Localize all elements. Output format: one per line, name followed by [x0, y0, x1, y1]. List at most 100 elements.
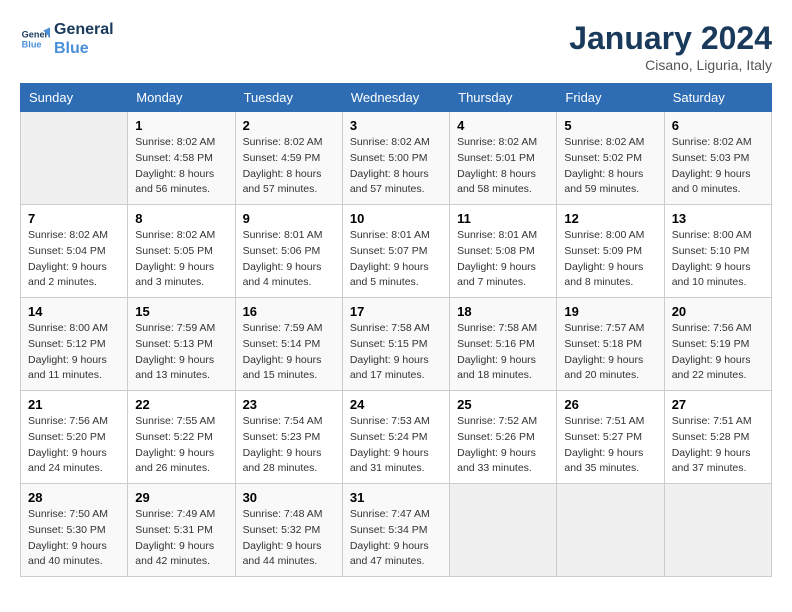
- day-info-line: and 22 minutes.: [672, 369, 747, 381]
- day-number: 24: [350, 397, 442, 412]
- calendar-day-13: 13Sunrise: 8:00 AMSunset: 5:10 PMDayligh…: [664, 205, 771, 298]
- calendar-week-row: 1Sunrise: 8:02 AMSunset: 4:58 PMDaylight…: [21, 112, 772, 205]
- day-number: 2: [243, 118, 335, 133]
- day-info-line: Sunset: 5:22 PM: [135, 431, 213, 443]
- logo-text-blue: Blue: [54, 39, 114, 58]
- day-info-line: Sunrise: 7:51 AM: [564, 415, 644, 427]
- day-info-line: Sunset: 5:16 PM: [457, 338, 535, 350]
- day-info-line: Sunrise: 8:00 AM: [672, 229, 752, 241]
- page-header: General Blue General Blue January 2024 C…: [20, 20, 772, 73]
- calendar-day-24: 24 Sunrise: 7:53 AMSunset: 5:24 PMDayligh…: [342, 391, 449, 484]
- calendar-week-row: 14Sunrise: 8:00 AMSunset: 5:12 PMDayligh…: [21, 298, 772, 391]
- day-info-line: and 26 minutes.: [135, 462, 210, 474]
- day-info-line: and 57 minutes.: [243, 183, 318, 195]
- day-info-line: and 28 minutes.: [243, 462, 318, 474]
- day-number: 22: [135, 397, 227, 412]
- day-info-line: Sunset: 5:04 PM: [28, 245, 106, 257]
- calendar-day-6: 6Sunrise: 8:02 AMSunset: 5:03 PMDaylight…: [664, 112, 771, 205]
- calendar-week-row: 28Sunrise: 7:50 AMSunset: 5:30 PMDayligh…: [21, 484, 772, 577]
- weekday-header-row: SundayMondayTuesdayWednesdayThursdayFrid…: [21, 84, 772, 112]
- day-number: 27: [672, 397, 764, 412]
- calendar-day-5: 5Sunrise: 8:02 AMSunset: 5:02 PMDaylight…: [557, 112, 664, 205]
- day-info-line: Daylight: 9 hours: [457, 261, 536, 273]
- day-info-line: and 13 minutes.: [135, 369, 210, 381]
- day-info-line: Sunset: 5:03 PM: [672, 152, 750, 164]
- day-info-line: Daylight: 9 hours: [135, 354, 214, 366]
- calendar-day-14: 14Sunrise: 8:00 AMSunset: 5:12 PMDayligh…: [21, 298, 128, 391]
- day-info-line: Sunset: 5:10 PM: [672, 245, 750, 257]
- day-info: Sunrise: 7:53 AMSunset: 5:24 PMDaylight:…: [350, 414, 442, 477]
- calendar-day-31: 31Sunrise: 7:47 AMSunset: 5:34 PMDayligh…: [342, 484, 449, 577]
- day-number: 19: [564, 304, 656, 319]
- day-info-line: and 18 minutes.: [457, 369, 532, 381]
- day-info: Sunrise: 7:56 AMSunset: 5:19 PMDaylight:…: [672, 321, 764, 384]
- day-info-line: and 15 minutes.: [243, 369, 318, 381]
- weekday-header-tuesday: Tuesday: [235, 84, 342, 112]
- day-info-line: Sunrise: 8:02 AM: [350, 136, 430, 148]
- day-info: Sunrise: 7:49 AMSunset: 5:31 PMDaylight:…: [135, 507, 227, 570]
- day-info-line: and 37 minutes.: [672, 462, 747, 474]
- calendar-day-25: 25Sunrise: 7:52 AMSunset: 5:26 PMDayligh…: [450, 391, 557, 484]
- day-info-line: Sunset: 5:20 PM: [28, 431, 106, 443]
- day-info-line: Sunrise: 8:02 AM: [135, 229, 215, 241]
- day-info-line: Daylight: 9 hours: [672, 168, 751, 180]
- day-info-line: Sunrise: 8:01 AM: [350, 229, 430, 241]
- calendar-day-21: 21 Sunrise: 7:56 AMSunset: 5:20 PMDayligh…: [21, 391, 128, 484]
- day-info-line: Daylight: 9 hours: [28, 447, 107, 459]
- day-info-line: Daylight: 9 hours: [457, 447, 536, 459]
- day-info-line: and 0 minutes.: [672, 183, 741, 195]
- day-info: Sunrise: 7:51 AMSunset: 5:27 PMDaylight:…: [564, 414, 656, 477]
- day-info: Sunrise: 7:55 AMSunset: 5:22 PMDaylight:…: [135, 414, 227, 477]
- day-info-line: Daylight: 9 hours: [350, 261, 429, 273]
- day-info-line: Daylight: 9 hours: [350, 540, 429, 552]
- day-info-line: Sunrise: 7:59 AM: [243, 322, 323, 334]
- day-info-line: Daylight: 8 hours: [135, 168, 214, 180]
- day-info-line: Sunset: 5:27 PM: [564, 431, 642, 443]
- calendar-day-2: 2Sunrise: 8:02 AMSunset: 4:59 PMDaylight…: [235, 112, 342, 205]
- day-info-line: Sunset: 5:31 PM: [135, 524, 213, 536]
- weekday-header-wednesday: Wednesday: [342, 84, 449, 112]
- calendar-day-17: 17Sunrise: 7:58 AMSunset: 5:15 PMDayligh…: [342, 298, 449, 391]
- day-info-line: Daylight: 9 hours: [564, 354, 643, 366]
- day-info-line: Sunrise: 7:48 AM: [243, 508, 323, 520]
- empty-day-cell: [450, 484, 557, 577]
- logo: General Blue General Blue: [20, 20, 114, 58]
- day-info: Sunrise: 7:58 AMSunset: 5:16 PMDaylight:…: [457, 321, 549, 384]
- day-number: 7: [28, 211, 120, 226]
- day-number: 10: [350, 211, 442, 226]
- day-number: 4: [457, 118, 549, 133]
- day-info-line: Sunset: 5:34 PM: [350, 524, 428, 536]
- day-info-line: Sunrise: 7:51 AM: [672, 415, 752, 427]
- day-number: 31: [350, 490, 442, 505]
- calendar-day-4: 4 Sunrise: 8:02 AMSunset: 5:01 PMDaylight…: [450, 112, 557, 205]
- day-info-line: Sunset: 4:58 PM: [135, 152, 213, 164]
- day-info-line: and 7 minutes.: [457, 276, 526, 288]
- day-info-line: Sunset: 5:28 PM: [672, 431, 750, 443]
- day-info-line: Sunrise: 7:54 AM: [243, 415, 323, 427]
- day-info-line: Daylight: 9 hours: [28, 540, 107, 552]
- day-info-line: and 44 minutes.: [243, 555, 318, 567]
- day-number: 30: [243, 490, 335, 505]
- day-info: Sunrise: 8:02 AMSunset: 5:01 PMDaylight:…: [457, 135, 549, 198]
- day-info-line: Daylight: 9 hours: [135, 540, 214, 552]
- day-info-line: and 33 minutes.: [457, 462, 532, 474]
- day-info: Sunrise: 7:56 AMSunset: 5:20 PMDaylight:…: [28, 414, 120, 477]
- day-number: 25: [457, 397, 549, 412]
- day-info-line: Daylight: 9 hours: [243, 261, 322, 273]
- day-info: Sunrise: 7:51 AMSunset: 5:28 PMDaylight:…: [672, 414, 764, 477]
- empty-day-cell: [21, 112, 128, 205]
- calendar-table: SundayMondayTuesdayWednesdayThursdayFrid…: [20, 83, 772, 577]
- calendar-day-19: 19Sunrise: 7:57 AMSunset: 5:18 PMDayligh…: [557, 298, 664, 391]
- calendar-day-8: 8Sunrise: 8:02 AMSunset: 5:05 PMDaylight…: [128, 205, 235, 298]
- calendar-day-28: 28Sunrise: 7:50 AMSunset: 5:30 PMDayligh…: [21, 484, 128, 577]
- day-info-line: and 5 minutes.: [350, 276, 419, 288]
- day-number: 8: [135, 211, 227, 226]
- day-number: 21: [28, 397, 120, 412]
- day-info-line: Sunrise: 7:58 AM: [457, 322, 537, 334]
- day-info-line: Daylight: 9 hours: [243, 354, 322, 366]
- weekday-header-saturday: Saturday: [664, 84, 771, 112]
- day-info-line: Daylight: 9 hours: [564, 261, 643, 273]
- day-info-line: and 11 minutes.: [28, 369, 102, 381]
- day-info: Sunrise: 7:59 AMSunset: 5:13 PMDaylight:…: [135, 321, 227, 384]
- day-info-line: Sunset: 5:12 PM: [28, 338, 106, 350]
